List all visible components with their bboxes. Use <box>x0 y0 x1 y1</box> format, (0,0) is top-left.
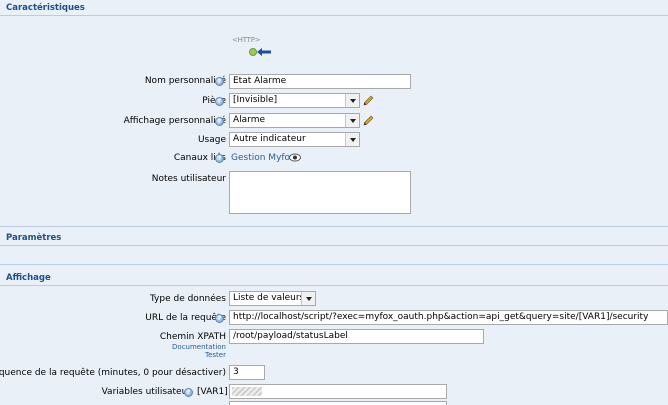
usage-select-value: Autre indicateur <box>233 134 306 144</box>
custom-display-select[interactable]: Alarme <box>229 113 360 128</box>
http-icon: <HTTP> <box>232 36 272 58</box>
section-divider <box>0 15 668 16</box>
request-url-input[interactable]: http://localhost/script/?exec=myfox_oaut… <box>229 310 668 325</box>
custom-name-input[interactable]: Etat Alarme <box>229 74 411 89</box>
help-icon[interactable]: ? <box>215 97 224 106</box>
custom-name-label: Nom personnalisé <box>144 76 226 86</box>
data-type-select-value: Liste de valeurs <box>233 293 305 303</box>
custom-display-select-value: Alarme <box>233 115 266 125</box>
section-divider <box>0 285 668 286</box>
section-display-title[interactable]: Affichage <box>0 272 668 284</box>
user-var-input-next[interactable] <box>229 401 447 405</box>
chevron-down-icon <box>345 133 359 146</box>
chevron-down-icon <box>345 94 359 107</box>
usage-select[interactable]: Autre indicateur <box>229 132 360 147</box>
section-divider <box>0 226 668 227</box>
user-vars-label: Variables utilisateur <box>101 387 191 397</box>
xpath-input[interactable]: /root/payload/statusLabel <box>229 329 484 344</box>
frequency-label: Fréquence de la requête (minutes, 0 pour… <box>0 368 226 378</box>
tester-link[interactable]: Tester <box>205 351 226 359</box>
pencil-icon[interactable] <box>363 115 374 126</box>
xpath-label: Chemin XPATH <box>159 332 226 342</box>
frequency-input[interactable]: 3 <box>229 365 265 380</box>
user-notes-label: Notes utilisateur <box>151 174 226 184</box>
masked-value <box>232 387 262 396</box>
help-icon[interactable]: ? <box>215 77 224 86</box>
section-divider <box>0 245 668 246</box>
linked-channel-link[interactable]: Gestion Myfox <box>231 152 295 164</box>
status-dot-icon <box>249 48 257 56</box>
data-type-label: Type de données <box>149 294 226 304</box>
section-characteristics-title[interactable]: Caractéristiques <box>0 2 668 14</box>
custom-display-label: Affichage personnalisé <box>123 116 226 126</box>
data-type-select[interactable]: Liste de valeurs <box>229 291 316 306</box>
pencil-icon[interactable] <box>363 95 374 106</box>
section-parameters-title[interactable]: Paramètres <box>0 232 668 244</box>
eye-icon[interactable] <box>289 153 301 162</box>
help-icon[interactable]: ? <box>215 117 224 126</box>
room-select-value: [Invisible] <box>233 95 278 105</box>
chevron-down-icon <box>301 292 315 305</box>
user-var-input[interactable] <box>229 384 447 399</box>
section-divider <box>0 264 668 265</box>
request-url-label: URL de la requête <box>145 313 226 323</box>
arrow-left-icon <box>257 48 271 56</box>
help-icon[interactable]: ? <box>215 154 224 163</box>
usage-label: Usage <box>197 135 226 145</box>
room-select[interactable]: [Invisible] <box>229 93 360 108</box>
help-icon[interactable]: ? <box>184 388 193 397</box>
http-icon-label: <HTTP> <box>232 36 261 44</box>
user-notes-textarea[interactable] <box>229 171 411 214</box>
chevron-down-icon <box>345 114 359 127</box>
user-var-name: [VAR1] <box>197 387 228 397</box>
help-icon[interactable]: ? <box>215 314 224 323</box>
documentation-link[interactable]: Documentation <box>172 343 226 351</box>
